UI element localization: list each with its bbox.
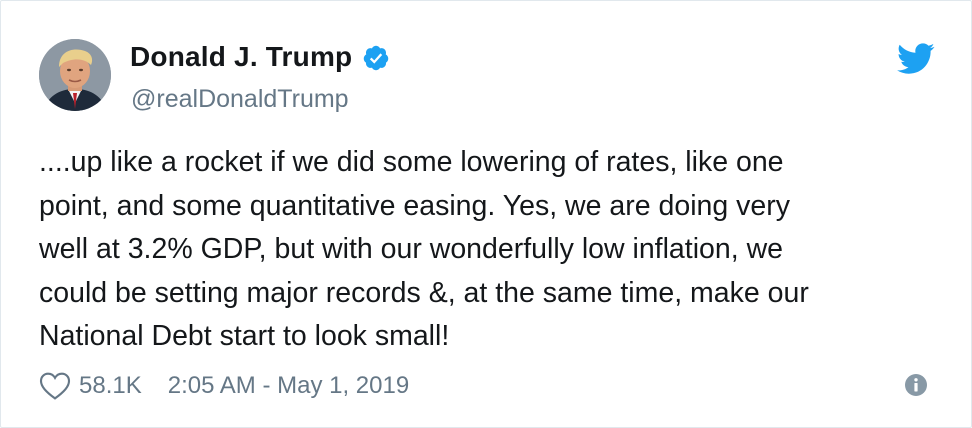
avatar[interactable] bbox=[39, 39, 111, 111]
verified-badge-icon bbox=[362, 44, 390, 72]
tweet-text-line: National Debt start to look small! bbox=[39, 320, 450, 352]
author-handle[interactable]: @realDonaldTrump bbox=[131, 85, 349, 114]
tweet-text-line: ....up like a rocket if we did some lowe… bbox=[39, 146, 784, 178]
twitter-bird-icon[interactable] bbox=[897, 43, 935, 75]
info-icon[interactable] bbox=[904, 373, 928, 397]
tweet-text-line: well at 3.2% GDP, but with our wonderful… bbox=[39, 233, 784, 265]
heart-icon[interactable] bbox=[39, 371, 71, 401]
tweet-timestamp[interactable]: 2:05 AM - May 1, 2019 bbox=[168, 372, 409, 400]
tweet-text: ....up like a rocket if we did some lowe… bbox=[39, 141, 939, 359]
tweet-footer: 58.1K 2:05 AM - May 1, 2019 bbox=[39, 367, 409, 405]
like-count[interactable]: 58.1K bbox=[79, 372, 142, 400]
tweet-card: Donald J. Trump @realDonaldTrump ....up … bbox=[0, 0, 972, 428]
author-name[interactable]: Donald J. Trump bbox=[130, 41, 352, 73]
tweet-text-line: could be setting major records &, at the… bbox=[39, 276, 809, 309]
author-row: Donald J. Trump bbox=[130, 41, 390, 73]
tweet-text-line: point, and some quantitative easing. Yes… bbox=[39, 189, 790, 222]
